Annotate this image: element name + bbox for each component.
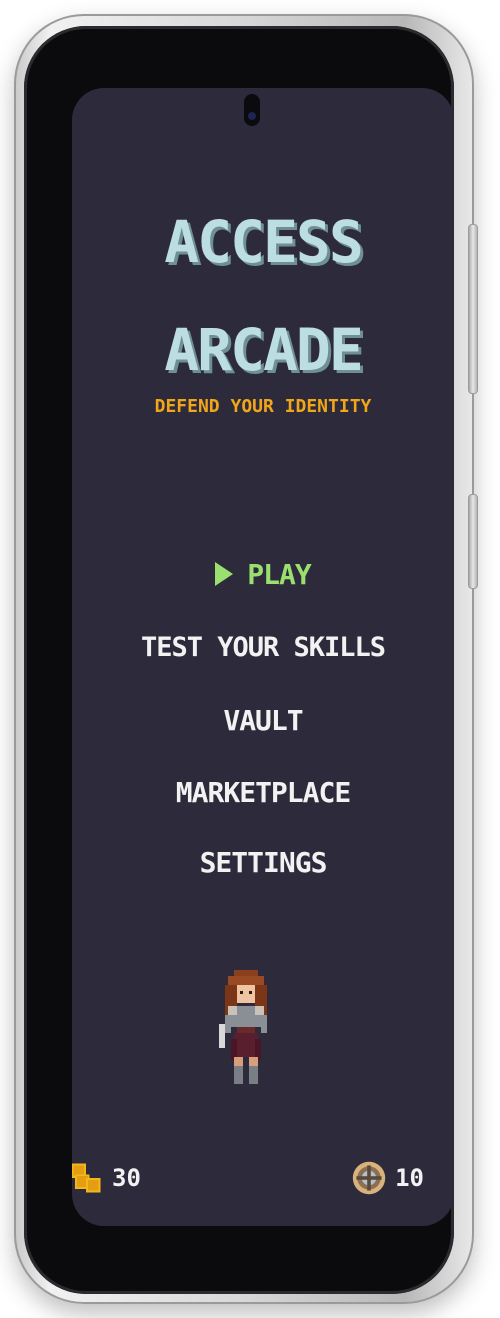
- menu-test-your-skills-button[interactable]: TEST YOUR SKILLS: [72, 632, 454, 663]
- character-sprite: [219, 970, 267, 1084]
- game-subtitle: DEFEND YOUR IDENTITY: [154, 396, 372, 417]
- power-button: [468, 494, 478, 589]
- phone-body: ACCESS ARCADE DEFEND YOUR IDENTITY PLAY …: [24, 26, 454, 1294]
- front-camera: [244, 94, 260, 126]
- game-screen: ACCESS ARCADE DEFEND YOUR IDENTITY PLAY …: [72, 88, 454, 1226]
- play-arrow-icon: [215, 562, 234, 586]
- menu-marketplace-button[interactable]: MARKETPLACE: [72, 776, 454, 809]
- gold-coins-icon: [72, 1163, 101, 1193]
- menu-vault-button[interactable]: VAULT: [72, 704, 454, 737]
- coin-counter: 30: [72, 1160, 141, 1196]
- phone-frame: ACCESS ARCADE DEFEND YOUR IDENTITY PLAY …: [14, 14, 478, 1304]
- coin-count: 30: [112, 1164, 141, 1192]
- volume-button: [468, 224, 478, 394]
- menu-play-button[interactable]: PLAY: [72, 558, 454, 591]
- menu-settings-button[interactable]: SETTINGS: [72, 846, 454, 879]
- menu-play-label: PLAY: [247, 558, 311, 591]
- token-count: 10: [395, 1164, 424, 1192]
- token-counter: 10: [351, 1160, 424, 1196]
- game-title-line-2: ARCADE: [164, 316, 364, 384]
- game-title-line-1: ACCESS: [164, 208, 364, 276]
- shield-token-icon: [352, 1161, 386, 1195]
